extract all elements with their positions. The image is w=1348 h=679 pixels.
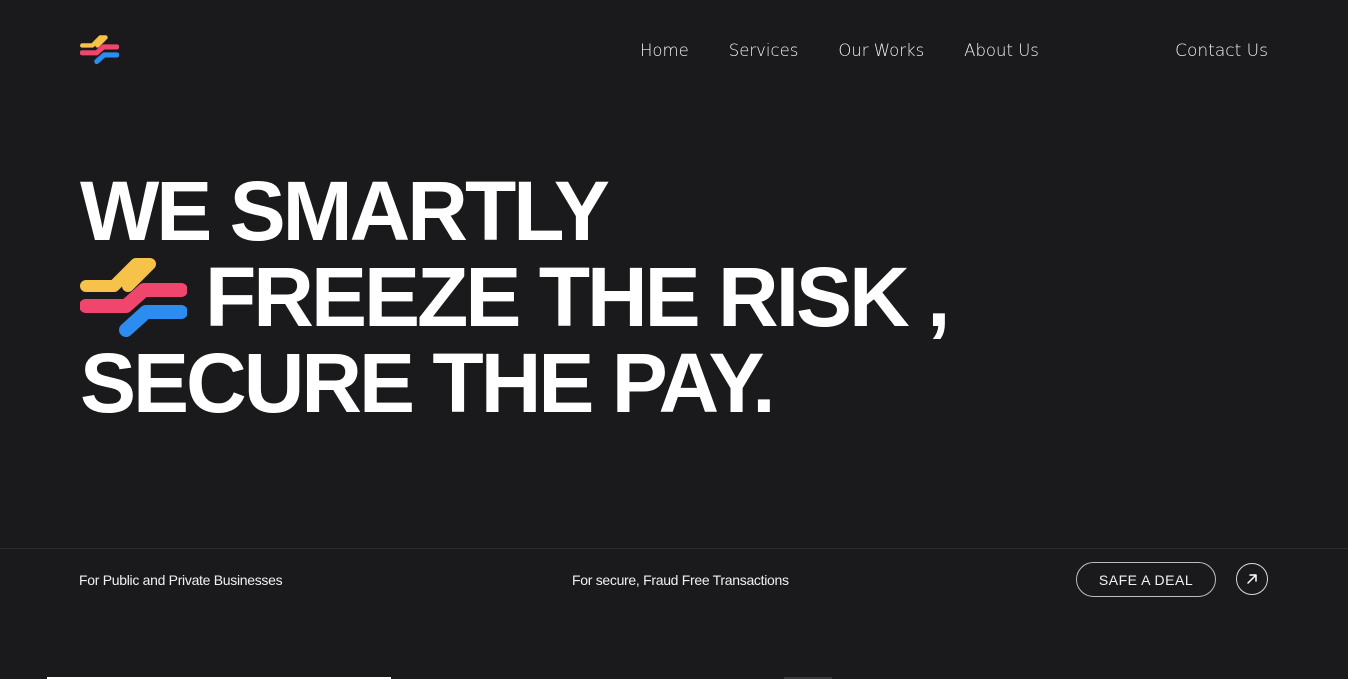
- page: Home Services Our Works About Us Contact…: [0, 0, 1348, 679]
- nav-item-home[interactable]: Home: [640, 40, 689, 62]
- site-header: Home Services Our Works About Us Contact…: [0, 0, 1348, 100]
- arrow-up-right-icon: [1247, 574, 1257, 584]
- hero-headline: WE SMARTLY FREEZE THE RISK , SECURE THE …: [80, 168, 980, 426]
- hero-line-2: FREEZE THE RISK ,: [205, 250, 950, 344]
- contact-us-link[interactable]: Contact Us: [1175, 40, 1268, 62]
- hero-line-2-row: FREEZE THE RISK ,: [80, 254, 980, 340]
- brand-waves-icon: [80, 258, 187, 337]
- main-nav: Home Services Our Works About Us: [640, 40, 1039, 62]
- tagline-transactions: For secure, Fraud Free Transactions: [572, 572, 789, 588]
- brand-logo-icon[interactable]: [80, 33, 119, 66]
- hero-line-1: WE SMARTLY: [80, 164, 610, 258]
- tagline-businesses: For Public and Private Businesses: [79, 572, 283, 588]
- safe-a-deal-button[interactable]: SAFE A DEAL: [1076, 562, 1216, 597]
- arrow-button[interactable]: [1236, 563, 1268, 595]
- section-divider: [0, 548, 1348, 549]
- nav-item-services[interactable]: Services: [729, 40, 799, 62]
- hero-line-3: SECURE THE PAY.: [80, 336, 776, 430]
- nav-item-our-works[interactable]: Our Works: [838, 40, 924, 62]
- nav-item-about-us[interactable]: About Us: [964, 40, 1039, 62]
